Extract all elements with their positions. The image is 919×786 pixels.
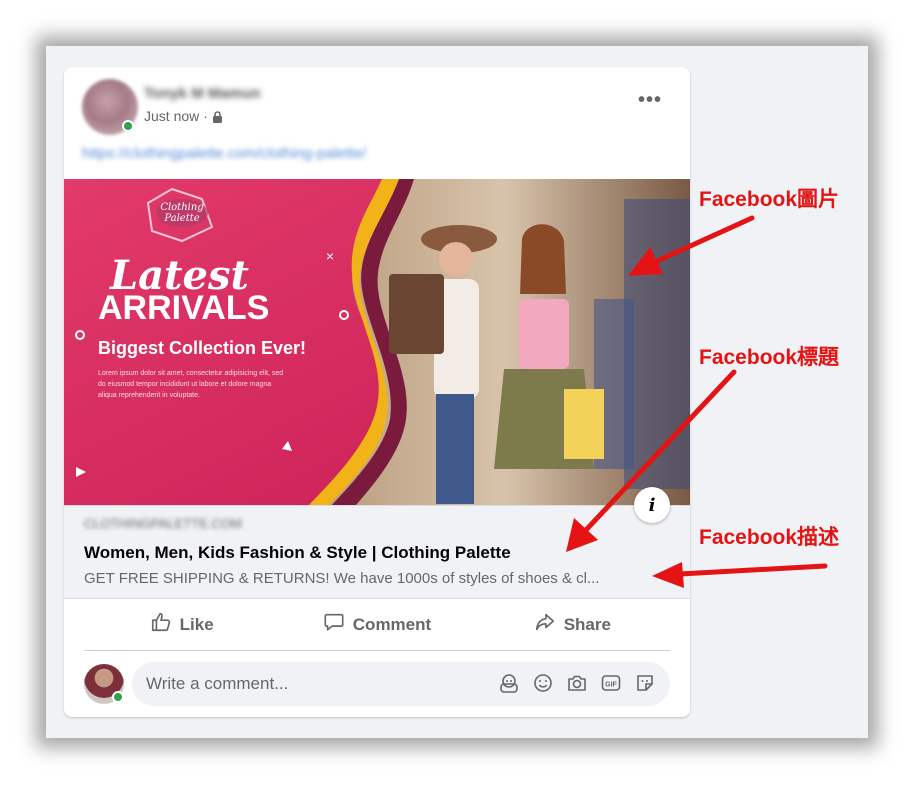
preview-banner-graphic: Clothing Palette Latest ARRIVALS Biggest… bbox=[64, 179, 690, 505]
speech-bubble-icon bbox=[323, 611, 345, 638]
annotation-description-label: Facebook描述 bbox=[699, 526, 840, 549]
comment-composer: GIF bbox=[84, 662, 670, 706]
svg-text:×: × bbox=[326, 248, 334, 264]
comment-button[interactable]: Comment bbox=[279, 599, 474, 650]
banner-subheadline: Biggest Collection Ever! bbox=[98, 338, 306, 358]
banner-lorem-3: aliqua reprehenderit in voluptate. bbox=[98, 392, 200, 399]
facebook-post-card: Tonyk M Mamun Just now · ••• https://clo… bbox=[64, 67, 690, 717]
comment-input[interactable] bbox=[146, 674, 476, 694]
annotation-image-label: Facebook圖片 bbox=[699, 188, 840, 211]
banner-lorem-1: Lorem ipsum dolor sit amet, consectetur … bbox=[98, 370, 283, 377]
svg-text:GIF: GIF bbox=[605, 682, 617, 689]
post-link[interactable]: https://clothingpalette.com/clothing-pal… bbox=[82, 145, 366, 162]
info-icon[interactable]: i bbox=[634, 487, 670, 523]
post-action-bar: Like Comment Share bbox=[84, 599, 670, 651]
logo-text-2: Palette bbox=[163, 213, 199, 224]
comment-label: Comment bbox=[352, 614, 432, 634]
more-options-button[interactable]: ••• bbox=[638, 90, 662, 110]
share-label: Share bbox=[563, 614, 611, 634]
link-domain: CLOTHINGPALETTE.COM bbox=[84, 516, 242, 531]
avatar-sticker-icon[interactable] bbox=[498, 672, 520, 694]
link-info-block[interactable]: CLOTHINGPALETTE.COM Women, Men, Kids Fas… bbox=[64, 505, 690, 599]
post-timestamp[interactable]: Just now bbox=[144, 108, 199, 124]
camera-icon[interactable] bbox=[566, 672, 588, 694]
banner-lorem-2: do eiusmod tempor incididunt ut labore e… bbox=[98, 381, 271, 388]
emoji-icon[interactable] bbox=[532, 672, 554, 694]
like-label: Like bbox=[179, 614, 214, 634]
meta-separator: · bbox=[203, 108, 208, 124]
share-arrow-icon bbox=[534, 611, 556, 638]
thumbs-up-icon bbox=[150, 611, 172, 638]
online-status-dot bbox=[122, 120, 134, 132]
link-title[interactable]: Women, Men, Kids Fashion & Style | Cloth… bbox=[84, 543, 511, 563]
post-meta: Just now · bbox=[144, 108, 223, 124]
banner-headline-caps: ARRIVALS bbox=[98, 289, 269, 327]
annotation-title-label: Facebook標題 bbox=[699, 346, 840, 369]
like-button[interactable]: Like bbox=[84, 599, 279, 650]
comment-tools: GIF bbox=[498, 672, 656, 694]
link-preview-image[interactable]: Clothing Palette Latest ARRIVALS Biggest… bbox=[64, 179, 690, 505]
sticker-icon[interactable] bbox=[634, 672, 656, 694]
gif-icon[interactable]: GIF bbox=[600, 672, 622, 694]
online-status-dot bbox=[112, 691, 124, 703]
lock-icon[interactable] bbox=[212, 110, 223, 123]
comment-box[interactable]: GIF bbox=[132, 662, 670, 706]
share-button[interactable]: Share bbox=[475, 599, 670, 650]
logo-text-1: Clothing bbox=[160, 202, 203, 213]
author-name[interactable]: Tonyk M Mamun bbox=[144, 85, 260, 102]
link-description: GET FREE SHIPPING & RETURNS! We have 100… bbox=[84, 570, 600, 587]
